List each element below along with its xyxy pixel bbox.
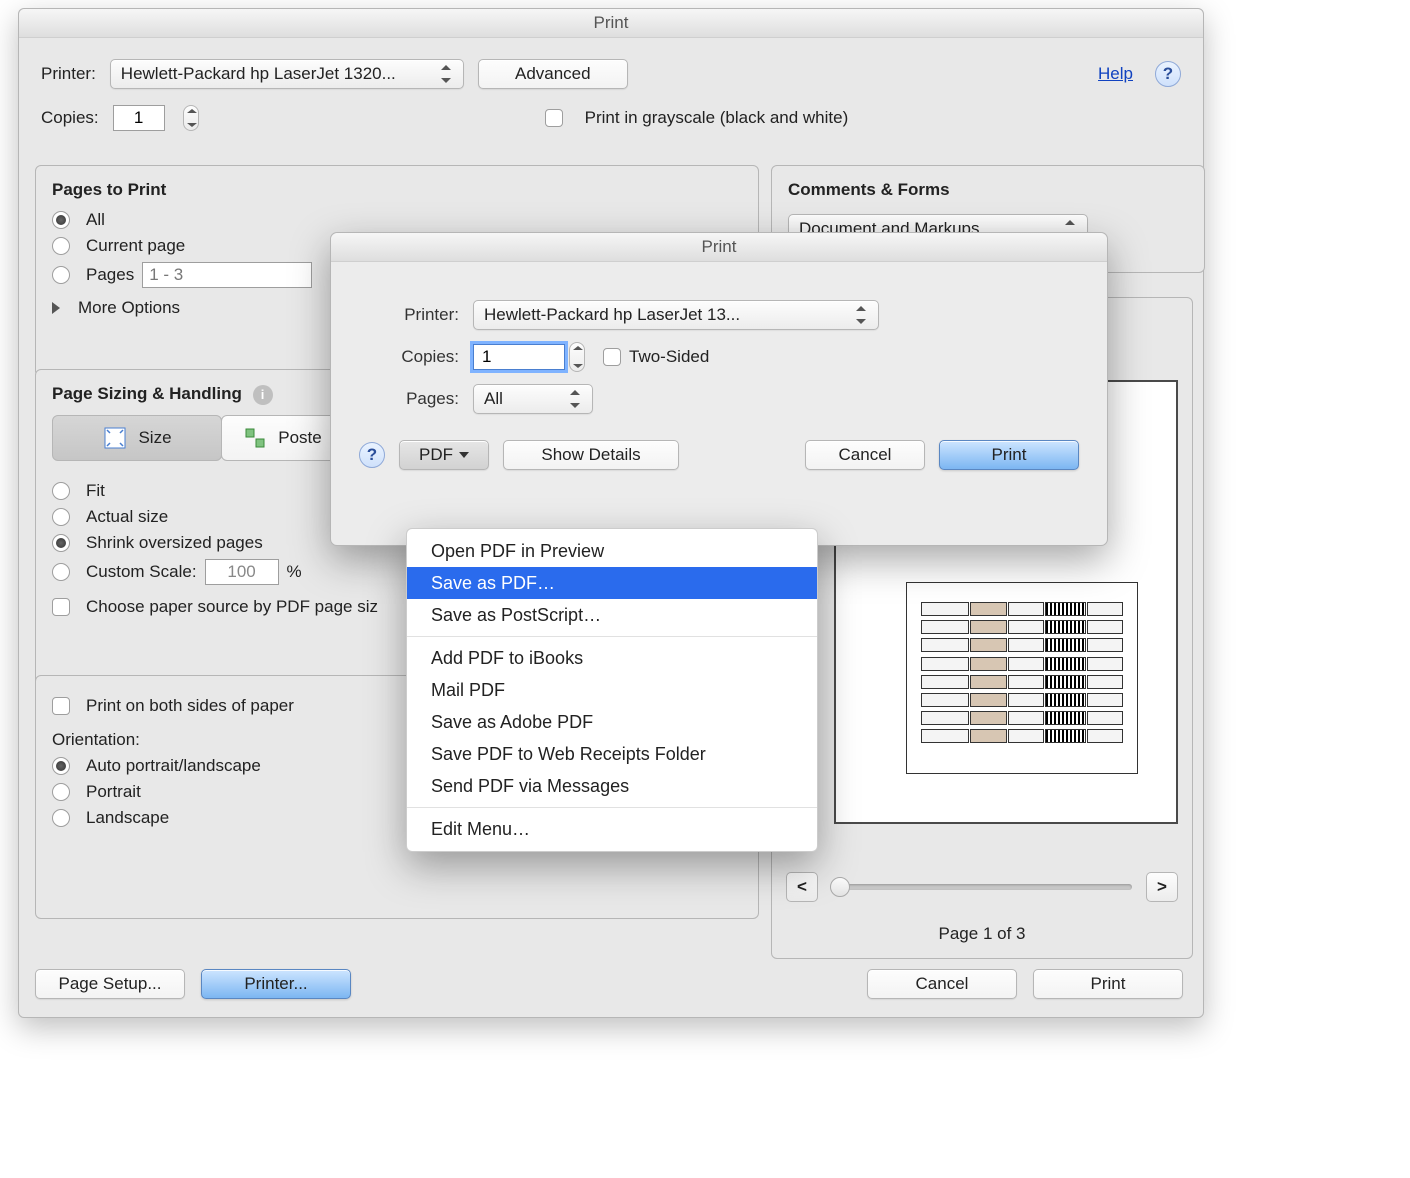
- radio-portrait[interactable]: [52, 783, 70, 801]
- page-indicator: Page 1 of 3: [772, 924, 1192, 944]
- menu-save-as-pdf[interactable]: Save as PDF…: [407, 567, 817, 599]
- sheet-printer-label: Printer:: [359, 305, 459, 325]
- chevron-down-icon: [459, 452, 469, 458]
- preview-content: [906, 582, 1138, 774]
- show-details-button[interactable]: Show Details: [503, 440, 679, 470]
- size-icon: [102, 425, 128, 451]
- sheet-copies-stepper[interactable]: [569, 342, 585, 372]
- disclosure-icon[interactable]: [52, 302, 60, 314]
- grayscale-checkbox[interactable]: [545, 109, 563, 127]
- info-icon[interactable]: i: [253, 385, 273, 405]
- copies-label: Copies:: [41, 108, 99, 128]
- zoom-slider[interactable]: [832, 884, 1132, 890]
- footer-right: Cancel Print: [867, 969, 1183, 999]
- window-title: Print: [19, 9, 1203, 38]
- radio-landscape[interactable]: [52, 809, 70, 827]
- menu-open-preview[interactable]: Open PDF in Preview: [407, 535, 817, 567]
- printer-button[interactable]: Printer...: [201, 969, 351, 999]
- copies-stepper[interactable]: [183, 105, 199, 131]
- comments-title: Comments & Forms: [788, 180, 1188, 200]
- scale-input[interactable]: [205, 559, 279, 585]
- printer-label: Printer:: [41, 64, 96, 84]
- radio-auto-orient[interactable]: [52, 757, 70, 775]
- paper-source-checkbox[interactable]: [52, 598, 70, 616]
- zoom-row: < >: [786, 872, 1178, 902]
- radio-current[interactable]: [52, 237, 70, 255]
- copies-input[interactable]: [113, 105, 165, 131]
- radio-all[interactable]: [52, 211, 70, 229]
- printer-select[interactable]: Hewlett-Packard hp LaserJet 1320...: [110, 59, 464, 89]
- help-link[interactable]: Help: [1098, 64, 1133, 84]
- chevrons-icon: [568, 390, 582, 408]
- pages-title: Pages to Print: [52, 180, 742, 200]
- radio-actual[interactable]: [52, 508, 70, 526]
- tab-size[interactable]: Size: [52, 415, 222, 461]
- menu-web-receipts[interactable]: Save PDF to Web Receipts Folder: [407, 738, 817, 770]
- system-print-sheet: Print Printer: Hewlett-Packard hp LaserJ…: [330, 232, 1108, 546]
- zoom-thumb[interactable]: [830, 877, 850, 897]
- cancel-button[interactable]: Cancel: [867, 969, 1017, 999]
- footer-left: Page Setup... Printer...: [35, 969, 351, 999]
- pages-range-input[interactable]: [142, 262, 312, 288]
- advanced-button[interactable]: Advanced: [478, 59, 628, 89]
- menu-send-via-messages[interactable]: Send PDF via Messages: [407, 770, 817, 802]
- sheet-print-button[interactable]: Print: [939, 440, 1079, 470]
- menu-add-to-ibooks[interactable]: Add PDF to iBooks: [407, 642, 817, 674]
- menu-save-as-postscript[interactable]: Save as PostScript…: [407, 599, 817, 631]
- two-sided-checkbox[interactable]: [603, 348, 621, 366]
- radio-pages[interactable]: [52, 266, 70, 284]
- preview-grid: [921, 602, 1123, 746]
- header-controls: Printer: Hewlett-Packard hp LaserJet 132…: [41, 59, 1181, 144]
- both-sides-checkbox[interactable]: [52, 697, 70, 715]
- menu-save-as-adobe-pdf[interactable]: Save as Adobe PDF: [407, 706, 817, 738]
- printer-value: Hewlett-Packard hp LaserJet 1320...: [121, 64, 396, 84]
- sheet-copies-input[interactable]: [473, 344, 565, 370]
- sheet-help-icon[interactable]: ?: [359, 442, 385, 468]
- menu-edit[interactable]: Edit Menu…: [407, 813, 817, 845]
- more-options[interactable]: More Options: [78, 298, 180, 318]
- print-button[interactable]: Print: [1033, 969, 1183, 999]
- radio-fit[interactable]: [52, 482, 70, 500]
- sheet-pages-label: Pages:: [359, 389, 459, 409]
- sheet-printer-select[interactable]: Hewlett-Packard hp LaserJet 13...: [473, 300, 879, 330]
- prev-page-button[interactable]: <: [786, 872, 818, 902]
- help-icon[interactable]: ?: [1155, 61, 1181, 87]
- radio-shrink[interactable]: [52, 534, 70, 552]
- menu-separator: [407, 807, 817, 808]
- menu-mail-pdf[interactable]: Mail PDF: [407, 674, 817, 706]
- chevrons-icon: [439, 65, 453, 83]
- tab-poster[interactable]: Poste: [221, 415, 343, 461]
- window-title-text: Print: [594, 13, 629, 32]
- sheet-body: Printer: Hewlett-Packard hp LaserJet 13.…: [331, 262, 1107, 502]
- sheet-pages-select[interactable]: All: [473, 384, 593, 414]
- page-setup-button[interactable]: Page Setup...: [35, 969, 185, 999]
- sheet-copies-label: Copies:: [359, 347, 459, 367]
- radio-custom[interactable]: [52, 563, 70, 581]
- menu-separator: [407, 636, 817, 637]
- pdf-menu-button[interactable]: PDF: [399, 440, 489, 470]
- sheet-title: Print: [331, 233, 1107, 262]
- next-page-button[interactable]: >: [1146, 872, 1178, 902]
- sheet-cancel-button[interactable]: Cancel: [805, 440, 925, 470]
- pdf-menu: Open PDF in Preview Save as PDF… Save as…: [406, 528, 818, 852]
- poster-icon: [242, 425, 268, 451]
- chevrons-icon: [854, 306, 868, 324]
- grayscale-label: Print in grayscale (black and white): [585, 108, 849, 128]
